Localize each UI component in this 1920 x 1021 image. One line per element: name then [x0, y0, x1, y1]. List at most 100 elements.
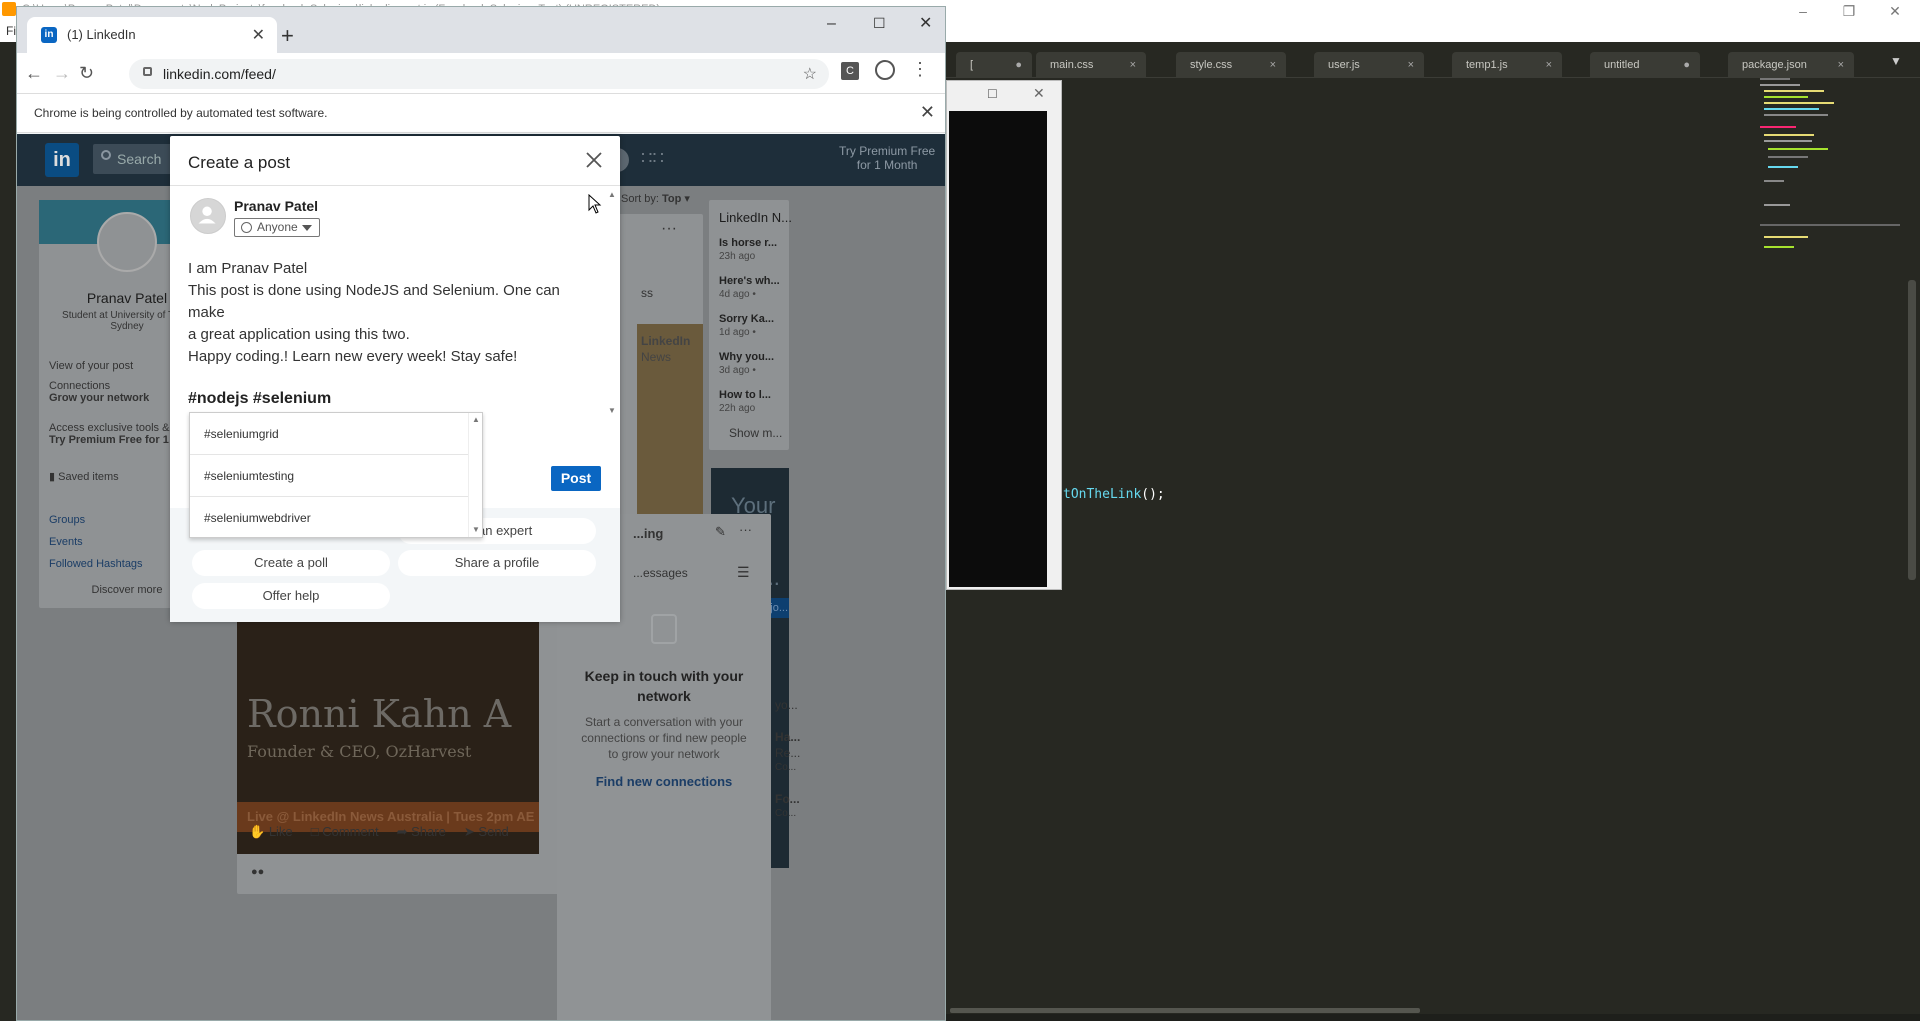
- tab-close-icon[interactable]: ✕: [252, 25, 265, 45]
- new-tab-icon[interactable]: +: [281, 23, 294, 49]
- minimap[interactable]: [1758, 76, 1908, 296]
- scroll-down-icon[interactable]: ▼: [472, 525, 480, 534]
- back-icon[interactable]: ←: [25, 63, 43, 84]
- minimize-icon[interactable]: –: [827, 15, 836, 33]
- tab-close-icon[interactable]: ×: [1838, 52, 1844, 78]
- suggestion-item[interactable]: #seleniumgrid: [190, 413, 470, 455]
- minimize-icon[interactable]: –: [1780, 0, 1826, 22]
- console-scrollbar[interactable]: [1047, 111, 1059, 587]
- visibility-dropdown[interactable]: Anyone: [234, 218, 320, 237]
- like-label: Like: [268, 824, 293, 839]
- bookmark-star-icon[interactable]: ☆: [803, 64, 817, 84]
- share-button[interactable]: ➦ Share: [397, 824, 446, 839]
- maximize-icon[interactable]: ☐: [987, 87, 998, 101]
- more-options-icon[interactable]: ···: [661, 220, 677, 238]
- forward-icon[interactable]: →: [53, 63, 71, 84]
- profile-photo-icon[interactable]: [97, 212, 157, 272]
- news-headline: Sorry Ka...: [719, 313, 775, 325]
- post-line: This post is done using NodeJS and Selen…: [188, 282, 560, 321]
- tab-close-icon[interactable]: ×: [1130, 52, 1136, 78]
- share-profile-button[interactable]: Share a profile: [398, 550, 596, 576]
- sort-by[interactable]: Sort by: Top ▾: [621, 192, 690, 205]
- tab-temp1-js[interactable]: temp1.js ×: [1452, 52, 1562, 78]
- console-window[interactable]: ☐ ✕: [946, 80, 1062, 590]
- scroll-down-icon[interactable]: ▼: [608, 406, 616, 415]
- editor-scrollbar[interactable]: ▲ ▼: [608, 190, 616, 418]
- code-line[interactable]: tOnTheLink();: [1063, 487, 1165, 502]
- scroll-up-icon[interactable]: ▲: [472, 415, 480, 424]
- editor-horizontal-scrollbar[interactable]: [950, 1008, 1420, 1013]
- tab-main-css[interactable]: main.css ×: [1036, 52, 1146, 78]
- groups-link[interactable]: Groups: [49, 514, 85, 526]
- compose-icon[interactable]: ✎: [715, 524, 726, 540]
- post-button[interactable]: Post: [551, 466, 601, 491]
- reload-icon[interactable]: ↻: [79, 63, 94, 84]
- maximize-icon[interactable]: ☐: [873, 15, 886, 32]
- news-item[interactable]: How to l... 22h ago: [719, 388, 771, 416]
- restore-icon[interactable]: ❐: [1826, 0, 1872, 22]
- events-link[interactable]: Events: [49, 536, 83, 548]
- comment-button[interactable]: □ Comment: [311, 824, 379, 839]
- reactions-icon[interactable]: ●●: [251, 866, 264, 878]
- tab-close-icon[interactable]: ×: [1546, 52, 1552, 78]
- scroll-up-icon[interactable]: ▲: [608, 190, 616, 199]
- news-item[interactable]: Sorry Ka... 1d ago •: [719, 312, 774, 340]
- suggestion-item[interactable]: #seleniumwebdriver: [190, 497, 470, 537]
- post-hashtags[interactable]: #nodejs #selenium: [188, 390, 331, 408]
- post-text-editor[interactable]: I am Pranav Patel This post is done usin…: [188, 258, 598, 368]
- tab-close-icon[interactable]: ×: [1270, 52, 1276, 78]
- close-icon[interactable]: ✕: [1872, 0, 1918, 22]
- offer-help-button[interactable]: Offer help: [192, 583, 390, 609]
- browser-tab[interactable]: in (1) LinkedIn ✕: [27, 17, 277, 53]
- profile-icon[interactable]: [875, 60, 895, 80]
- tab-user-js[interactable]: user.js ×: [1314, 52, 1424, 78]
- tab-close-icon[interactable]: ×: [1408, 52, 1414, 78]
- message-search[interactable]: ...essages: [633, 566, 688, 580]
- tab-untitled[interactable]: untitled ●: [1590, 52, 1700, 78]
- unsaved-dot-icon[interactable]: ●: [1683, 52, 1690, 78]
- more-options-icon[interactable]: ···: [739, 522, 752, 537]
- like-button[interactable]: ✋ Like: [249, 824, 293, 839]
- editor-scrollbar[interactable]: [1908, 280, 1916, 580]
- send-button[interactable]: ➤ Send: [464, 824, 509, 839]
- news-item[interactable]: Why you... 3d ago •: [719, 350, 774, 378]
- linkedin-logo[interactable]: in: [45, 143, 79, 177]
- sublime-menu-file[interactable]: Fi: [6, 24, 16, 38]
- tab-partial[interactable]: [●: [956, 52, 1032, 78]
- messaging-title[interactable]: ...ing: [633, 526, 663, 541]
- sort-value: Top: [661, 193, 682, 205]
- close-icon[interactable]: ✕: [1033, 85, 1045, 102]
- address-bar[interactable]: linkedin.com/feed/ ☆: [129, 59, 829, 89]
- news-item[interactable]: Here's wh... 4d ago •: [719, 274, 780, 302]
- suggestion-item[interactable]: #seleniumtesting: [190, 455, 470, 497]
- news-headline: Is horse r...: [719, 237, 778, 249]
- sort-label: Sort by:: [621, 193, 659, 205]
- tab-style-css[interactable]: style.css ×: [1176, 52, 1286, 78]
- video-thumbnail[interactable]: Ronni Kahn A Founder & CEO, OzHarvest Li…: [237, 594, 539, 854]
- extension-icon[interactable]: C: [841, 62, 859, 80]
- news-item[interactable]: Is horse r... 23h ago: [719, 236, 777, 264]
- show-more-link[interactable]: Show m...: [729, 426, 782, 440]
- saved-items[interactable]: ▮ Saved items: [49, 470, 119, 483]
- followed-hashtags-link[interactable]: Followed Hashtags: [49, 558, 143, 570]
- infobar-close-icon[interactable]: ✕: [920, 102, 935, 123]
- mouse-cursor-icon: [588, 194, 602, 214]
- post-views[interactable]: View of your post: [49, 360, 133, 372]
- search-icon: [101, 150, 111, 160]
- unsaved-dot-icon[interactable]: ●: [1015, 52, 1022, 78]
- connections-label[interactable]: Connections: [49, 380, 110, 392]
- grow-network[interactable]: Grow your network: [49, 392, 149, 404]
- side-fragment: Ha...: [775, 730, 801, 744]
- work-grid-icon[interactable]: ∷∷: [641, 148, 664, 169]
- tab-package-json[interactable]: package.json ×: [1728, 52, 1854, 78]
- close-icon[interactable]: [584, 150, 604, 170]
- filter-icon[interactable]: ☰: [737, 564, 750, 581]
- create-poll-button[interactable]: Create a poll: [192, 550, 390, 576]
- chrome-menu-icon[interactable]: ⋮: [911, 59, 929, 80]
- suggestions-scrollbar[interactable]: ▲ ▼: [468, 413, 482, 537]
- url-text[interactable]: linkedin.com/feed/: [163, 66, 276, 82]
- premium-link[interactable]: Try Premium Free for 1 Month: [839, 144, 935, 172]
- find-connections-link[interactable]: Find new connections: [557, 774, 771, 789]
- tab-overflow-icon[interactable]: ▼: [1890, 54, 1902, 68]
- close-icon[interactable]: ✕: [919, 13, 932, 33]
